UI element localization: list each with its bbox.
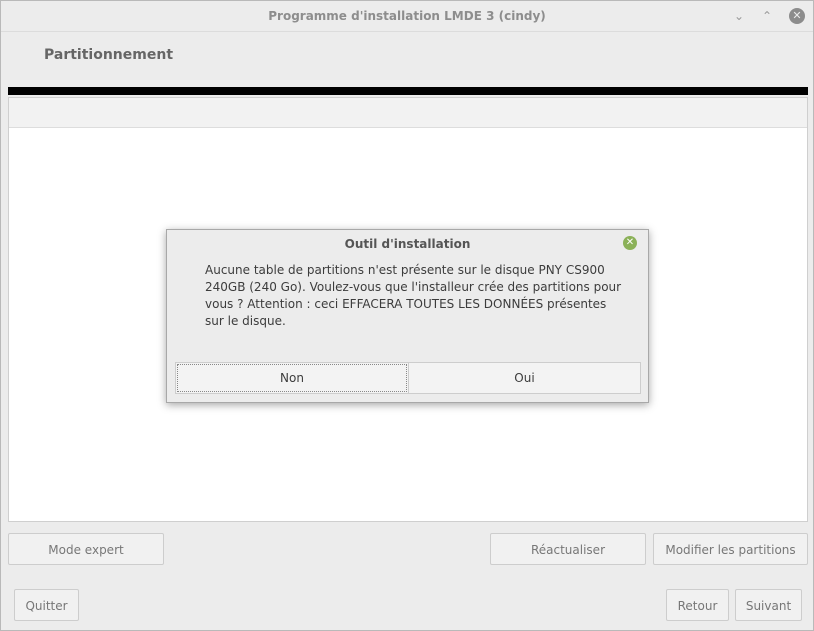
dialog-close-icon[interactable]: ✕ [623,236,637,250]
next-button[interactable]: Suivant [735,589,802,621]
quit-button[interactable]: Quitter [14,589,79,621]
yes-button[interactable]: Oui [408,362,641,394]
table-header [9,98,807,128]
no-button[interactable]: Non [175,362,408,394]
minimize-icon[interactable]: ⌄ [731,8,747,24]
modify-partitions-button[interactable]: Modifier les partitions [653,533,808,565]
window-title: Programme d'installation LMDE 3 (cindy) [268,9,546,23]
close-icon[interactable]: ✕ [789,8,805,24]
refresh-button[interactable]: Réactualiser [490,533,646,565]
back-button[interactable]: Retour [666,589,729,621]
dialog-title: Outil d'installation [344,237,471,251]
progress-bar [8,87,808,95]
focus-ring [177,364,407,392]
page-title: Partitionnement [44,47,174,63]
confirm-dialog: Outil d'installation ✕ Aucune table de p… [166,229,649,403]
title-bar[interactable]: Programme d'installation LMDE 3 (cindy) … [1,1,813,32]
dialog-message: Aucune table de partitions n'est présent… [205,263,622,328]
maximize-icon[interactable]: ⌃ [759,8,775,24]
expert-mode-button[interactable]: Mode expert [8,533,164,565]
